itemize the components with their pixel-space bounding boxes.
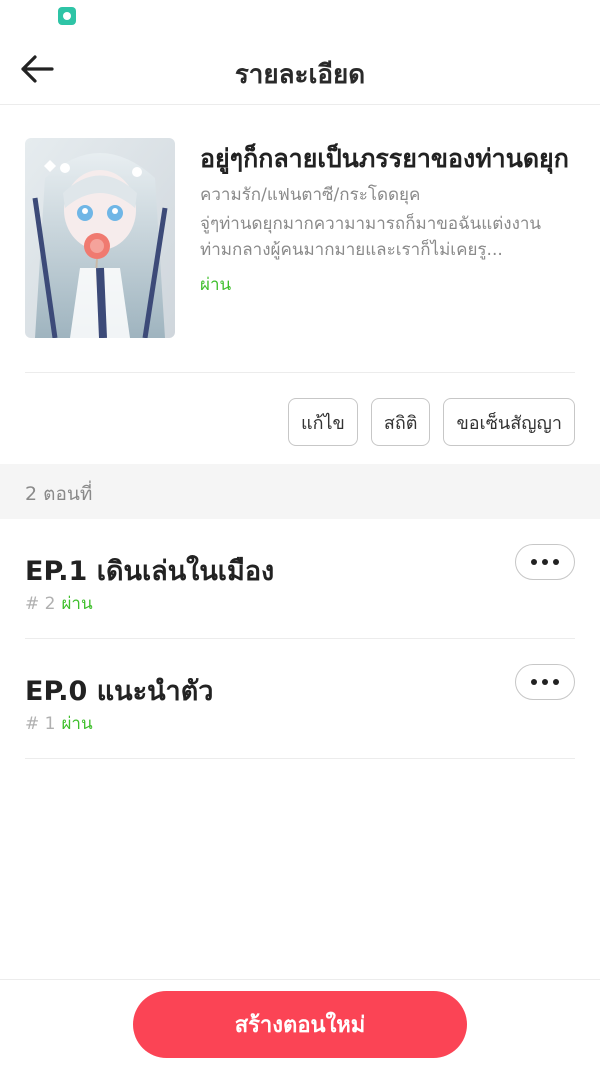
episode-number: # 1	[25, 714, 56, 734]
episode-count-band: 2 ตอนที่	[0, 464, 600, 519]
more-dot	[542, 559, 548, 565]
create-episode-button[interactable]: สร้างตอนใหม่	[133, 991, 467, 1058]
episode-meta: # 1 ผ่าน	[25, 710, 93, 737]
more-dot	[542, 679, 548, 685]
novel-info: อยู่ๆก็กลายเป็นภรรยาของท่านดยุก ความรัก/…	[200, 140, 575, 298]
header: รายละเอียด	[0, 36, 600, 105]
episode-title: EP.1 เดินเล่นในเมือง	[25, 556, 275, 587]
novel-cover-image[interactable]	[25, 138, 175, 338]
novel-status: ผ่าน	[200, 275, 232, 295]
episode-count: 2 ตอนที่	[25, 483, 93, 505]
request-contract-button[interactable]: ขอเซ็นสัญญา	[443, 398, 575, 446]
episode-number: # 2	[25, 594, 56, 614]
episode-title: EP.0 แนะนำตัว	[25, 676, 214, 707]
episode-meta: # 2 ผ่าน	[25, 590, 93, 617]
action-buttons: แก้ไข สถิติ ขอเซ็นสัญญา	[288, 398, 575, 446]
bottom-bar: สร้างตอนใหม่	[0, 979, 600, 1067]
more-dots-icon	[531, 679, 537, 685]
novel-synopsis: จู่ๆท่านดยุกมากความามารถก็มาขอฉันแต่งงาน…	[200, 214, 542, 260]
more-dots-icon	[531, 559, 537, 565]
edit-button[interactable]: แก้ไข	[288, 398, 358, 446]
novel-card: อยู่ๆก็กลายเป็นภรรยาของท่านดยุก ความรัก/…	[25, 138, 575, 338]
divider	[25, 372, 575, 373]
episode-row[interactable]: EP.0 แนะนำตัว # 1 ผ่าน	[25, 639, 575, 759]
novel-genres: ความรัก/แฟนตาซี/กระโดดยุค	[200, 185, 421, 205]
chat-app-icon	[58, 7, 76, 25]
more-dot	[553, 679, 559, 685]
episode-list: EP.1 เดินเล่นในเมือง # 2 ผ่าน EP.0 แนะนำต…	[0, 519, 600, 759]
stats-button[interactable]: สถิติ	[370, 398, 431, 446]
episode-row[interactable]: EP.1 เดินเล่นในเมือง # 2 ผ่าน	[25, 519, 575, 639]
episode-status: ผ่าน	[61, 594, 93, 614]
novel-title: อยู่ๆก็กลายเป็นภรรยาของท่านดยุก	[200, 144, 569, 173]
episode-more-button[interactable]	[515, 544, 575, 580]
episode-more-button[interactable]	[515, 664, 575, 700]
page-title: รายละเอียด	[234, 60, 366, 90]
more-dot	[553, 559, 559, 565]
episode-status: ผ่าน	[61, 714, 93, 734]
status-bar	[0, 0, 600, 36]
